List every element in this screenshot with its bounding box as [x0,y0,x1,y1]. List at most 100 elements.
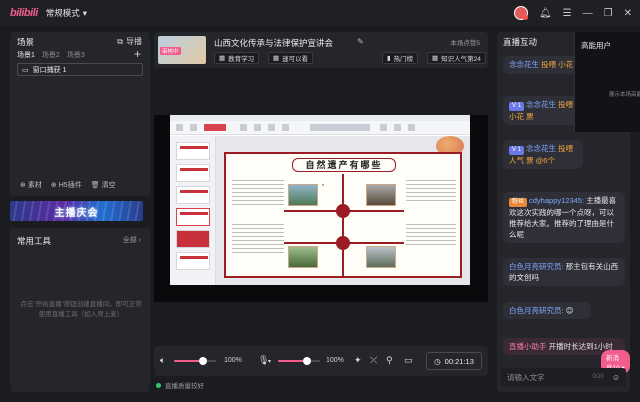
bilibili-logo: bilibili [10,7,38,19]
speaker-volume-slider[interactable] [174,357,216,365]
clear-label: 清空 [101,182,116,189]
tab-scene-3[interactable]: 场景3 [67,50,85,60]
trash-icon: 🗑︎ [90,182,100,189]
visibility-chip[interactable]: ▦ 速可以看 [268,52,314,64]
timer-value: 00:21:13 [444,356,474,366]
menu-icon[interactable]: ☰ [563,8,572,19]
h5-plugin-button[interactable]: ⊕ H5插件 [51,180,82,190]
material-button[interactable]: ⊕ 素材 [20,180,42,190]
chat-input-count: 0/20 [592,374,604,380]
source-item[interactable]: ▭ 窗口捕获 1 [17,63,143,76]
category-label: 教育学习 [228,56,255,63]
captured-window: 自然遗产有哪些 [170,115,470,285]
ppt-ribbon [170,121,470,135]
chat-user: 白色月亮研究员: [509,306,564,315]
banner-text: 主播庆会 [54,207,99,219]
clear-button[interactable]: 🗑︎ 清空 [91,180,116,190]
tools-hint: 点击"开始直播"按钮创建直播间，即可正常使用直播工具（如入席上麦） [20,301,142,318]
mode-dropdown[interactable]: 常规模式 ▾ [46,7,87,19]
chat-message[interactable]: V 1 念念花生 投喂 小花 票 [503,96,583,125]
restore-icon[interactable]: ❐ [604,8,613,19]
tools-all-link[interactable]: 全部 › [123,235,141,245]
chat-user: cdyhappy12345: [529,196,585,205]
close-icon[interactable]: ✕ [624,8,632,19]
stream-controls: 🔈︎ 100% 🎙︎ ▾ 100% ✦ ⤫ ⚲ ▭ ◷ 00:21:13 [154,346,488,376]
room-likes: 本场点赞5 [450,40,480,47]
tool-1-icon[interactable]: ✦ [354,355,362,366]
emoji-icon[interactable]: ☺ [612,373,620,382]
speaker-icon[interactable]: 🔈︎ [160,355,165,366]
title-bar: bilibili 常规模式 ▾ 🔔︎ ☰ — ❐ ✕ [0,0,640,26]
mic-volume-value: 100% [326,357,344,364]
anniversary-banner[interactable]: 主播庆会 [10,201,143,221]
chevron-down-icon[interactable]: ▾ [268,358,271,365]
slide: 自然遗产有哪些 [224,152,462,278]
h5-plugin-label: H5插件 [58,182,82,189]
chat-user: 念念花生 [509,60,539,69]
slide-canvas: 自然遗产有哪些 [216,136,470,285]
scene-actions: ⊕ 素材 ⊕ H5插件 🗑︎ 清空 [20,180,116,190]
minimize-icon[interactable]: — [583,8,593,19]
guide-icon: ⧉ [117,36,123,46]
slide-list [170,136,216,285]
stream-preview[interactable]: 自然遗产有哪些 [154,115,488,302]
chat-input[interactable]: 请输入文字 0/20 ☺ [501,368,626,386]
chat-message[interactable]: 粉丝 cdyhappy12345: 主播最喜欢这次实践的哪一个点呀，可以推荐给大家… [503,192,625,243]
visibility-label: 速可以看 [282,56,309,63]
tab-scene-2[interactable]: 场景2 [42,50,60,60]
chevron-down-icon: ▾ [82,7,88,18]
chat-text: 投喂 小花 [541,60,574,69]
room-header: 审核中 山西文化传承与法律保护宣讲会 ✎ 本场点赞5 ▦ 教育学习 ▦ 速可以看 ▮… [154,32,488,68]
status-dot-icon [156,382,161,388]
chat-message[interactable]: V 1 念念花生 投喂 人气 票 @6个 [503,140,583,169]
mute-icon[interactable]: ⤫ [370,355,377,366]
visibility-icon: ▦ [273,55,280,62]
chat-user: 直播小助手 [509,342,547,351]
mic-volume-slider[interactable] [278,357,320,365]
fan-medal: 粉丝 [509,198,528,207]
avatar[interactable] [513,6,528,20]
popularity-icon: ▦ [432,55,439,62]
guide-label: 导播 [126,37,142,46]
camera-icon[interactable]: ▭ [404,355,413,366]
chat-input-placeholder: 请输入文字 [507,372,545,382]
link-icon[interactable]: ⚲ [386,355,393,366]
chat-user: 念念花生 [526,144,557,153]
status-text: 直播质量较好 [165,383,204,390]
landscape-photo [288,246,318,268]
slide-title: 自然遗产有哪些 [292,158,396,172]
add-scene-icon[interactable]: + [134,47,141,61]
clock-icon: ◷ [434,356,441,366]
popularity-label: 知识人气第24 [441,56,481,63]
landscape-photo [366,184,396,206]
chat-extra: 票 [526,112,534,121]
chat-message[interactable]: 白色月亮研究员: 😊 [503,302,591,319]
edit-icon[interactable]: ✎ [357,37,364,46]
stream-status: 直播质量较好 [156,380,204,390]
landscape-photo [288,184,318,206]
tab-scene-1[interactable]: 场景1 [17,50,35,60]
live-app: bilibili 常规模式 ▾ 🔔︎ ☰ — ❐ ✕ 场景 ⧉ 导播 场景1 场… [0,0,640,402]
chat-user: 念念花生 [526,100,557,109]
room-title: 山西文化传承与法律保护宣讲会 [214,38,334,48]
notification-icon[interactable]: 🔔︎ [539,8,552,19]
tools-panel: 常用工具 全部 › 点击"开始直播"按钮创建直播间，即可正常使用直播工具（如入席… [10,228,150,392]
speaker-volume-value: 100% [224,357,242,364]
popularity-chip[interactable]: ▦ 知识人气第24 [427,52,486,64]
chat-text: 开播时长达到1小时 [548,342,613,351]
review-tag: 审核中 [160,47,181,55]
category-chip[interactable]: ▦ 教育学习 [214,52,260,64]
live-timer: ◷ 00:21:13 [426,352,482,370]
landscape-photo [366,246,396,268]
tools-all-label: 全部 [122,237,137,244]
scene-panel-title: 场景 [17,37,35,47]
users-panel-hint: 展示本场高能 [609,92,640,98]
hot-rank-chip[interactable]: ▮ 热门榜 [382,52,419,64]
guide-button[interactable]: ⧉ 导播 [117,36,142,47]
chat-user: 白色月亮研究员: [509,262,564,271]
room-cover[interactable]: 审核中 [158,36,206,64]
mode-label: 常规模式 [45,8,80,18]
chat-message[interactable]: 白色月亮研究员: 那主包有关山西的文创吗 [503,258,625,286]
fan-medal: V 1 [509,146,525,155]
scene-panel: 场景 ⧉ 导播 场景1 场景2 场景3 + ▭ 窗口捕获 1 ⊕ 素材 ⊕ H5插件… [10,32,150,196]
